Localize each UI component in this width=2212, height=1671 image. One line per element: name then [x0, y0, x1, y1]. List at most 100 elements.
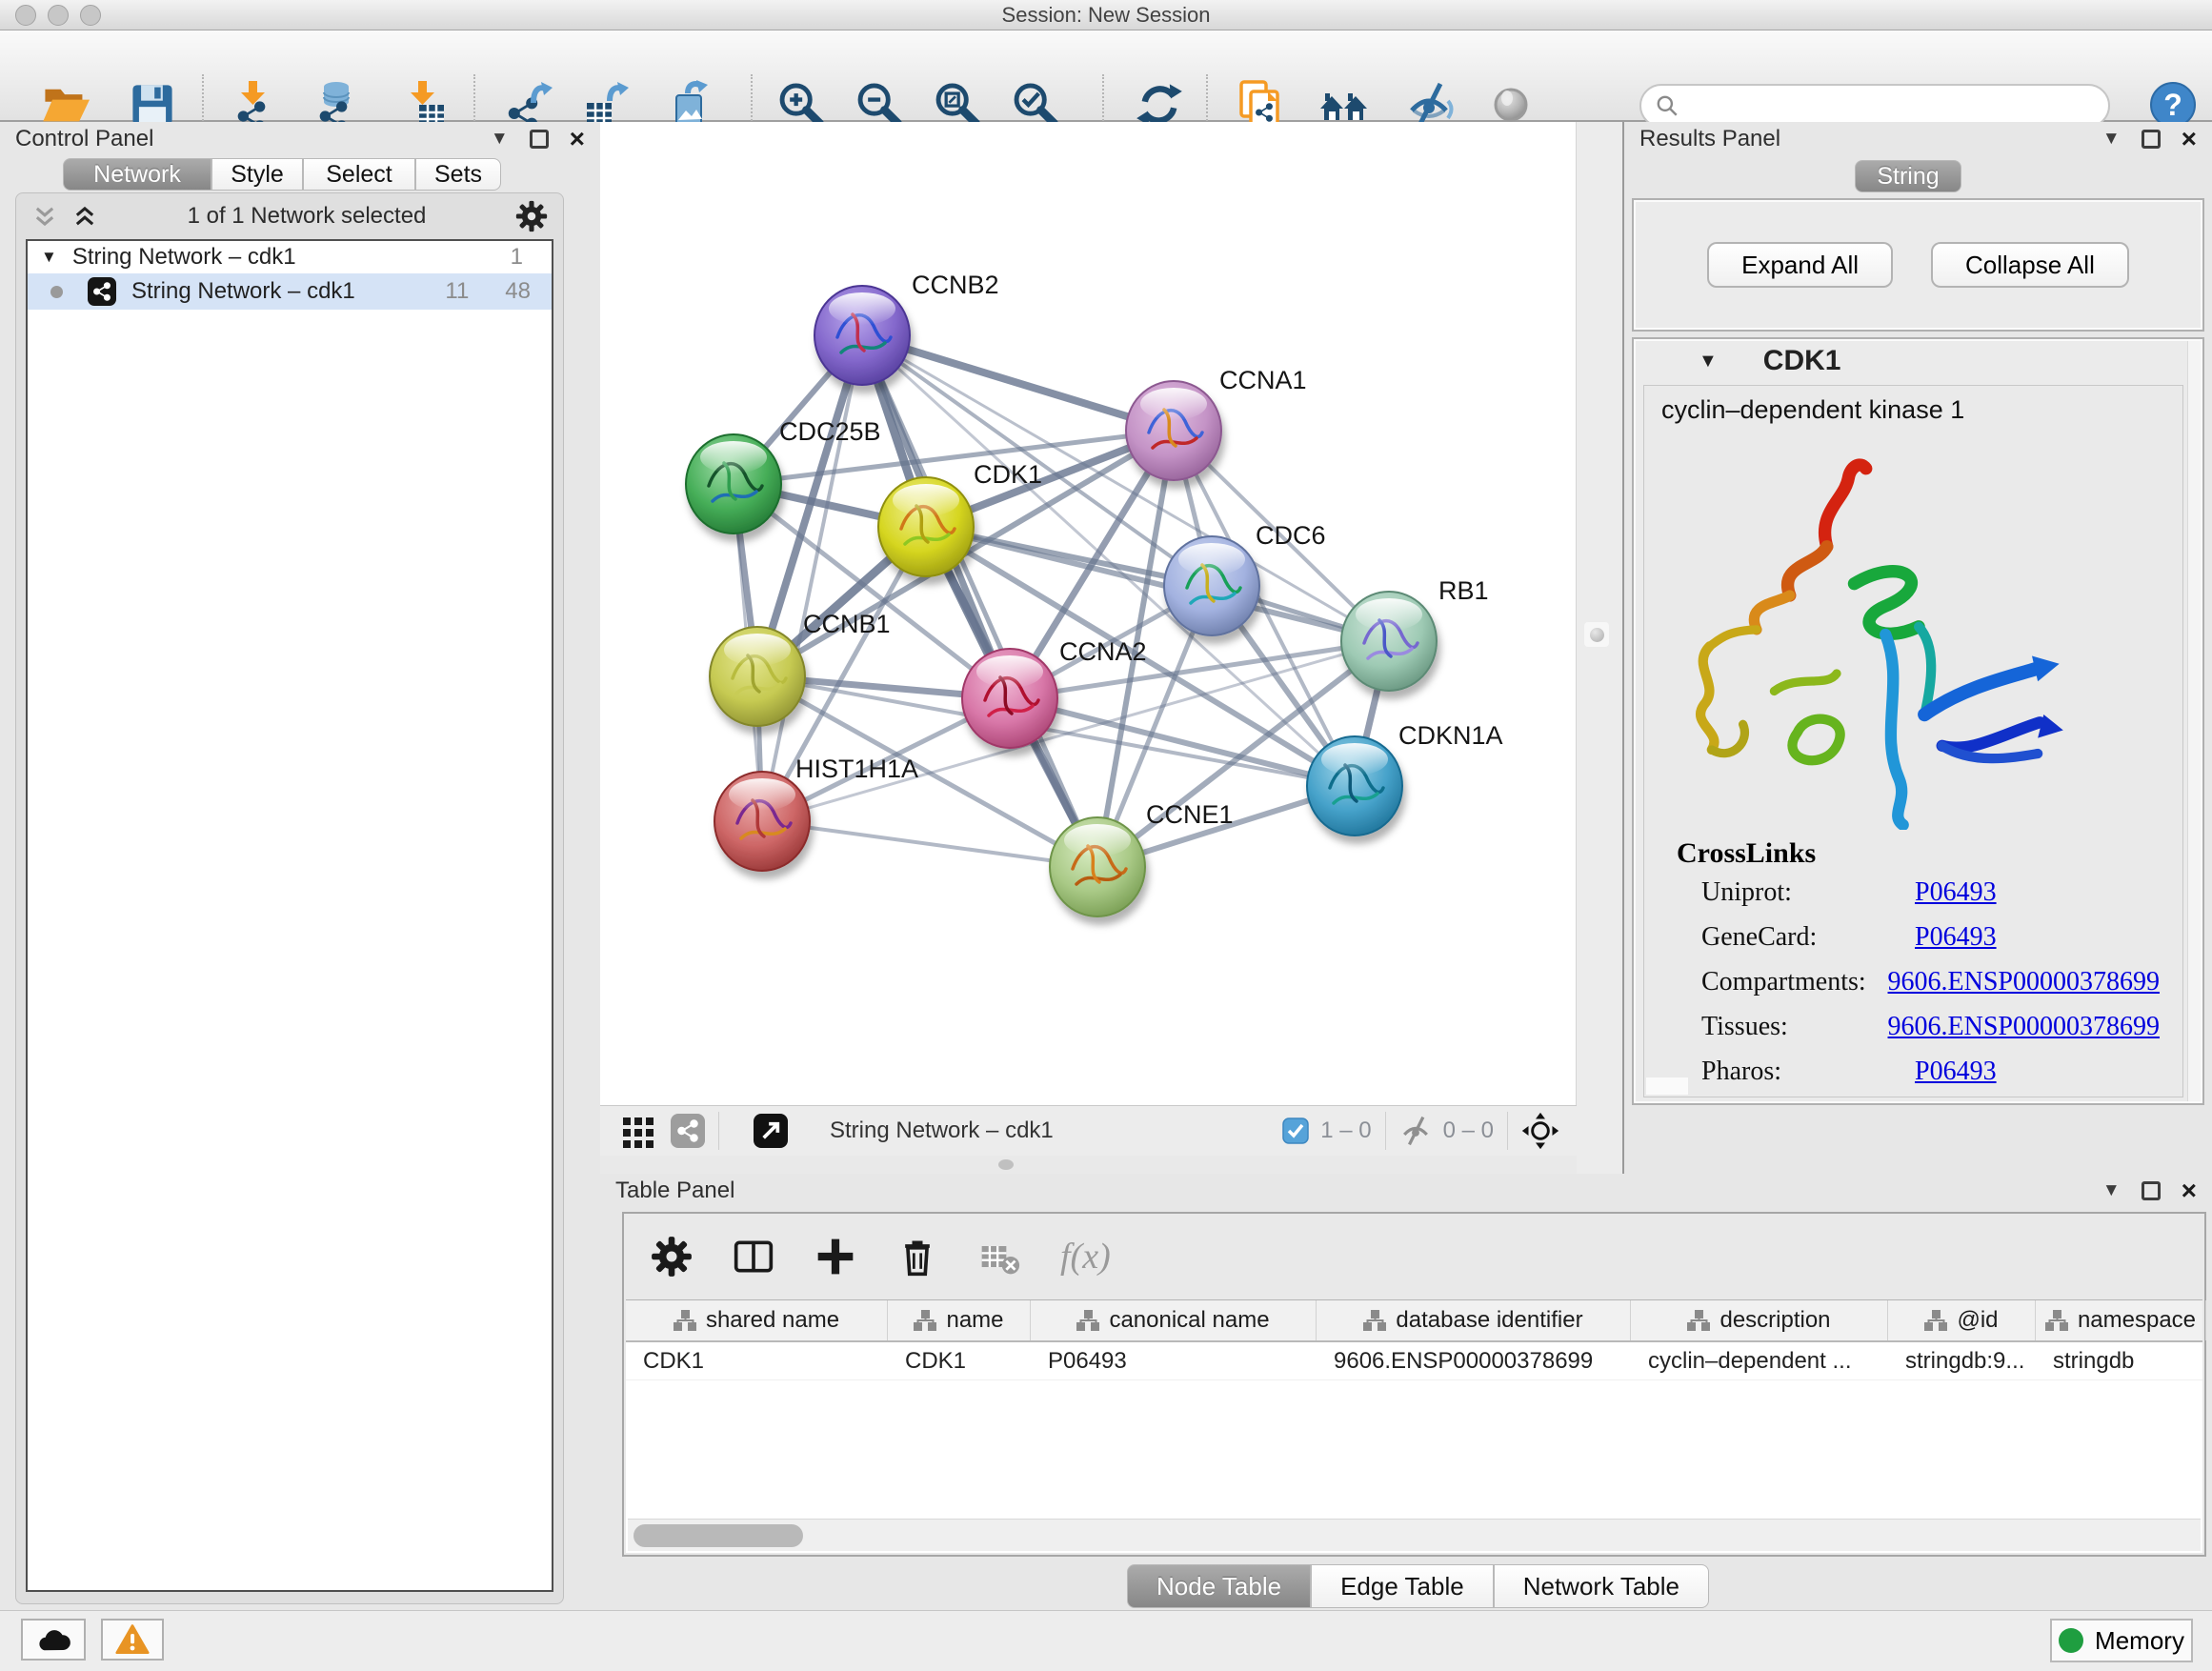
tab-network[interactable]: Network [63, 158, 211, 191]
network-badge-icon[interactable] [671, 1114, 705, 1148]
gene-expander-icon[interactable]: ▼ [1699, 351, 1718, 372]
tree-expander-icon[interactable]: ▼ [41, 248, 57, 267]
node-RB1[interactable] [1341, 592, 1437, 691]
edge-HIST1H1A-CCNE1[interactable] [762, 821, 1097, 867]
tab-select[interactable]: Select [303, 158, 415, 191]
table-cell[interactable]: cyclin–dependent ... [1631, 1342, 1888, 1379]
expand-all-icon[interactable] [71, 203, 98, 230]
table-cell[interactable]: stringdb:9... [1888, 1342, 2036, 1379]
panel-close-icon[interactable]: × [2182, 1181, 2197, 1200]
open-in-new-window-icon[interactable] [754, 1114, 788, 1148]
svg-text:?: ? [2163, 88, 2182, 122]
node-CCNA1[interactable] [1126, 381, 1221, 480]
panel-menu-caret-icon[interactable]: ▼ [2102, 129, 2121, 150]
node-label: HIST1H1A [795, 755, 918, 783]
network-status-dot [50, 286, 63, 298]
show-columns-icon[interactable] [733, 1236, 774, 1278]
tab-style[interactable]: Style [211, 158, 303, 191]
birdseye-crosshair-icon[interactable] [1521, 1112, 1559, 1150]
collapse-all-icon[interactable] [31, 203, 58, 230]
splitter-handle[interactable] [1584, 622, 1609, 647]
grid-view-icon[interactable] [621, 1114, 655, 1148]
network-row[interactable]: String Network – cdk1 11 48 [28, 273, 552, 310]
table-options-gear-icon[interactable] [651, 1236, 693, 1278]
network-options-gear-icon[interactable] [515, 200, 548, 232]
tab-sets[interactable]: Sets [415, 158, 501, 191]
crosslink-label: Uniprot: [1701, 877, 1915, 908]
network-view-title: String Network – cdk1 [830, 1117, 1054, 1144]
collapse-all-button[interactable]: Collapse All [1931, 242, 2129, 288]
node-label: CDC6 [1256, 521, 1326, 550]
delete-column-icon[interactable] [896, 1236, 938, 1278]
horizontal-splitter[interactable] [600, 1156, 1577, 1174]
tab-string[interactable]: String [1855, 160, 1961, 192]
warning-icon [115, 1623, 150, 1656]
cloud-status-button[interactable] [21, 1619, 86, 1661]
tab-node-table[interactable]: Node Table [1127, 1564, 1311, 1608]
warning-status-button[interactable] [101, 1619, 164, 1661]
crosslink-link[interactable]: P06493 [1915, 877, 1997, 908]
column-header-database-identifier[interactable]: database identifier [1317, 1300, 1631, 1340]
expand-all-button[interactable]: Expand All [1707, 242, 1893, 288]
edge-layer [734, 335, 1389, 867]
add-column-icon[interactable] [814, 1236, 856, 1278]
memory-button[interactable]: Memory [2050, 1619, 2193, 1662]
node-CCNA2[interactable] [962, 649, 1057, 748]
column-header-canonical-name[interactable]: canonical name [1031, 1300, 1317, 1340]
table-header-row: shared namenamecanonical namedatabase id… [626, 1300, 2202, 1342]
table-cell[interactable]: stringdb [2036, 1342, 2206, 1379]
table-cell[interactable]: CDK1 [888, 1342, 1031, 1379]
crosslink-link[interactable]: P06493 [1915, 1057, 1997, 1087]
crosslink-row: Uniprot: P06493 [1644, 870, 2160, 915]
panel-float-icon[interactable] [2142, 1181, 2161, 1200]
panel-menu-caret-icon[interactable]: ▼ [2102, 1180, 2121, 1201]
panel-float-icon[interactable] [530, 130, 549, 149]
hidden-eye-slash-icon[interactable] [1399, 1115, 1432, 1147]
column-header-shared-name[interactable]: shared name [626, 1300, 888, 1340]
node-CCNB1[interactable] [710, 627, 805, 726]
column-header-namespace[interactable]: namespace [2036, 1300, 2206, 1340]
node-HIST1H1A[interactable] [714, 772, 810, 871]
node-label: CDK1 [974, 460, 1042, 489]
network-canvas[interactable]: CCNB2CCNA1CDC25BCDK1CDC6RB1CCNB1CCNA2CDK… [600, 122, 1577, 1105]
edge-CCNB2-CCNE1[interactable] [862, 335, 1097, 867]
scrollbar-thumb[interactable] [633, 1524, 803, 1547]
node-CDK1[interactable] [878, 477, 974, 576]
panel-menu-caret-icon[interactable]: ▼ [491, 129, 509, 150]
table-cell[interactable]: P06493 [1031, 1342, 1317, 1379]
node-CCNB2[interactable] [814, 286, 910, 385]
scrollbar-corner [1646, 1077, 1688, 1095]
vertical-scrollbar[interactable] [2187, 341, 2201, 1101]
crosslink-link[interactable]: 9606.ENSP00000378699 [1888, 967, 2160, 997]
panel-close-icon[interactable]: × [570, 130, 585, 149]
network-collection-row[interactable]: ▼ String Network – cdk1 1 [28, 241, 552, 273]
node-CCNE1[interactable] [1050, 817, 1145, 916]
column-header-name[interactable]: name [888, 1300, 1031, 1340]
panel-float-icon[interactable] [2142, 130, 2161, 149]
edge-count: 48 [505, 278, 531, 305]
column-header-description[interactable]: description [1631, 1300, 1888, 1340]
table-cell[interactable]: CDK1 [626, 1342, 888, 1379]
horizontal-scrollbar[interactable] [628, 1519, 2201, 1551]
network-selection-status: 1 of 1 Network selected [98, 203, 515, 230]
node-CDC25B[interactable] [686, 434, 781, 534]
crosslink-link[interactable]: 9606.ENSP00000378699 [1888, 1012, 2160, 1042]
node-CDC6[interactable] [1164, 536, 1259, 635]
crosslink-link[interactable]: P06493 [1915, 922, 1997, 953]
search-input[interactable] [1687, 92, 2108, 119]
edge-CCNB2-HIST1H1A[interactable] [762, 335, 862, 821]
vertical-splitter[interactable] [1577, 122, 1624, 1174]
node-CDKN1A[interactable] [1307, 736, 1402, 836]
tab-network-table[interactable]: Network Table [1494, 1564, 1709, 1608]
table-panel-title: Table Panel [615, 1178, 734, 1204]
main-toolbar: ? [0, 30, 2212, 122]
panel-close-icon[interactable]: × [2182, 130, 2197, 149]
titlebar: Session: New Session [0, 0, 2212, 30]
tab-edge-table[interactable]: Edge Table [1311, 1564, 1494, 1608]
protein-structure-image [1671, 439, 2081, 830]
column-header--id[interactable]: @id [1888, 1300, 2036, 1340]
crosslink-label: Pharos: [1701, 1057, 1915, 1087]
selected-checkbox-icon[interactable] [1282, 1117, 1309, 1144]
table-cell[interactable]: 9606.ENSP00000378699 [1317, 1342, 1631, 1379]
splitter-handle[interactable] [998, 1159, 1014, 1170]
